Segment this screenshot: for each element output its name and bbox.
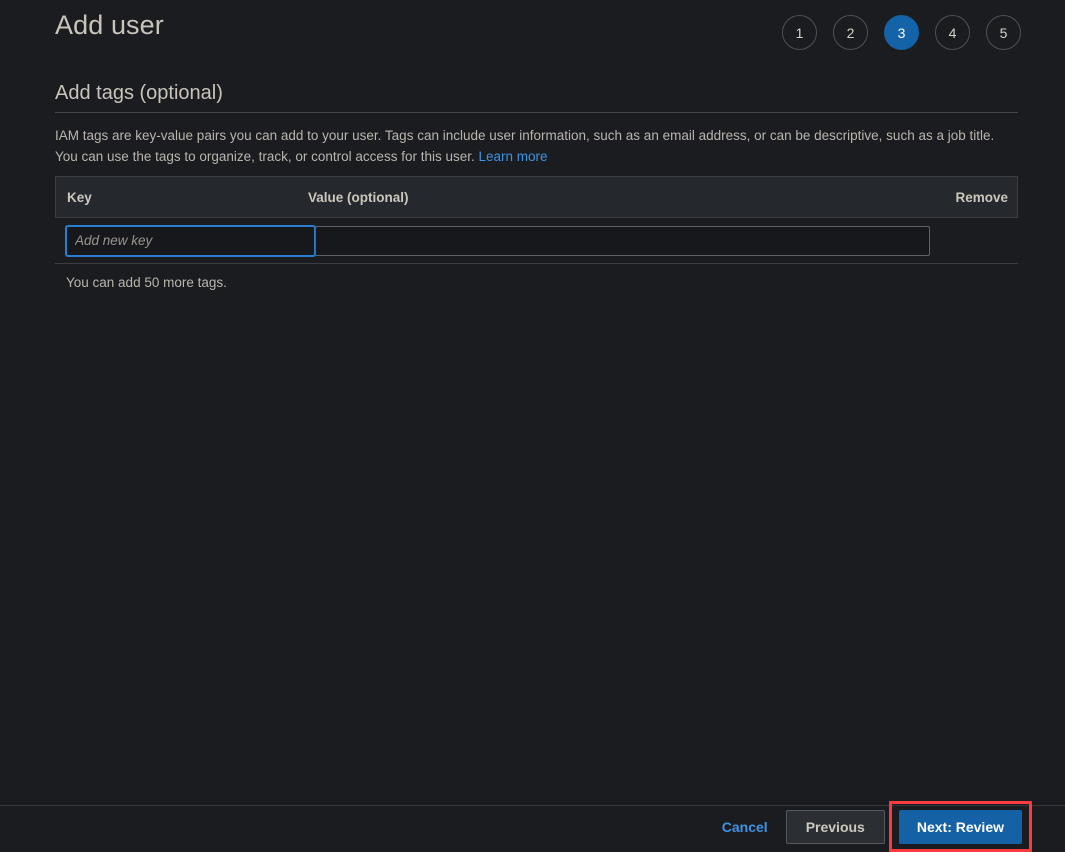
tag-key-cell	[55, 225, 315, 256]
previous-button[interactable]: Previous	[785, 810, 885, 844]
column-header-value: Value (optional)	[308, 189, 409, 205]
tags-remaining-note: You can add 50 more tags.	[66, 275, 227, 290]
column-header-key: Key	[67, 189, 92, 205]
step-indicator: 1 2 3 4 5	[782, 15, 1021, 50]
section-divider	[55, 112, 1018, 113]
step-indicator-5[interactable]: 5	[986, 15, 1021, 50]
tag-key-input[interactable]	[66, 225, 315, 256]
step-indicator-2[interactable]: 2	[833, 15, 868, 50]
page-title: Add user	[55, 10, 164, 40]
wizard-footer: Cancel Previous Next: Review	[0, 801, 1065, 852]
add-user-wizard-page: Add user 1 2 3 4 5 Add tags (optional) I…	[0, 0, 1065, 852]
table-row	[55, 218, 1018, 264]
tags-table: Key Value (optional) Remove	[55, 176, 1018, 264]
step-indicator-3[interactable]: 3	[884, 15, 919, 50]
next-review-button[interactable]: Next: Review	[898, 810, 1022, 844]
section-title: Add tags (optional)	[55, 82, 223, 104]
learn-more-link[interactable]: Learn more	[478, 149, 547, 164]
step-indicator-1[interactable]: 1	[782, 15, 817, 50]
wizard-header: Add user 1 2 3 4 5	[0, 0, 1065, 70]
section-description: IAM tags are key-value pairs you can add…	[55, 125, 1003, 167]
tags-table-header: Key Value (optional) Remove	[55, 176, 1018, 218]
tag-value-cell	[315, 225, 1018, 256]
tag-value-input[interactable]	[315, 225, 930, 256]
column-header-remove: Remove	[955, 189, 1008, 205]
cancel-button[interactable]: Cancel	[718, 813, 772, 841]
step-indicator-4[interactable]: 4	[935, 15, 970, 50]
next-button-wrapper: Next: Review	[888, 801, 1032, 852]
